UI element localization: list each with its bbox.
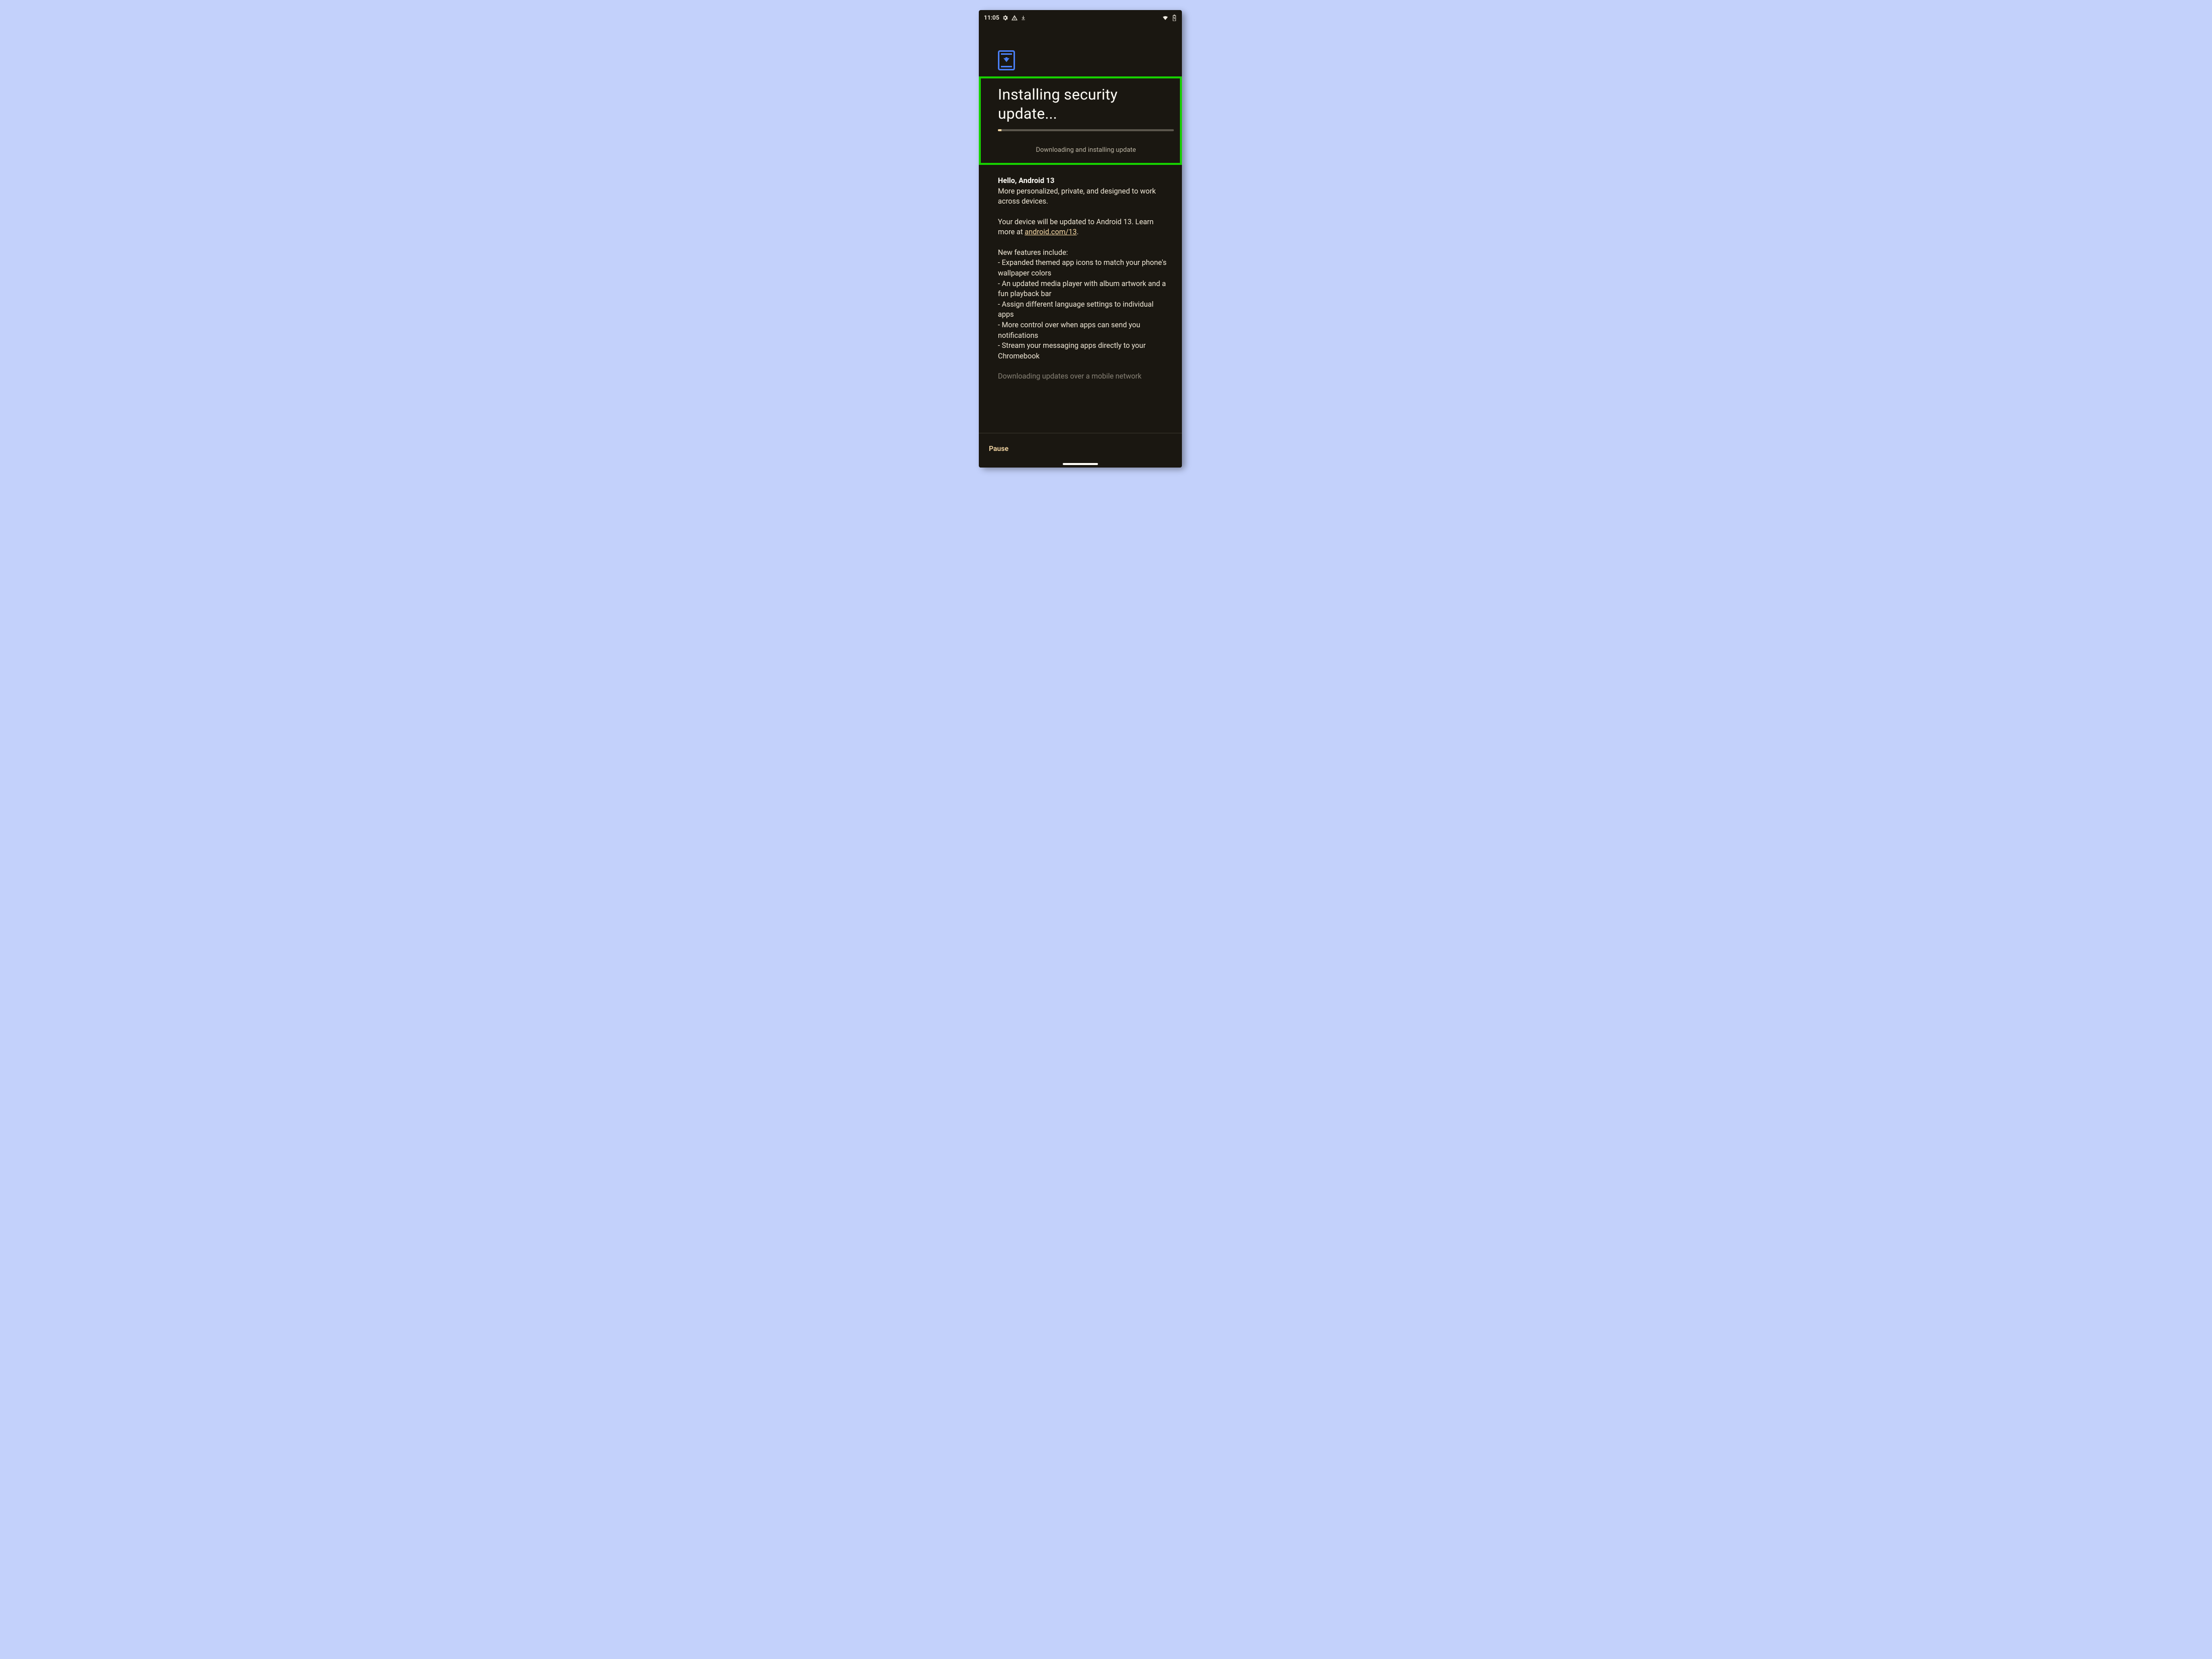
truncated-text: Downloading updates over a mobile networ…: [998, 372, 1171, 382]
status-bar: 11:05: [979, 10, 1182, 24]
learn-more-link[interactable]: android.com/13: [1025, 228, 1077, 236]
progress-fill: [998, 129, 1001, 131]
body-headline: Hello, Android 13: [998, 176, 1054, 185]
update-progress-section: Installing security update... Downloadin…: [979, 76, 1182, 165]
phone-screen: 11:05: [979, 10, 1182, 468]
list-item: - Stream your messaging apps directly to…: [998, 341, 1171, 361]
list-item: - Expanded themed app icons to match you…: [998, 258, 1171, 279]
update-line-suffix: .: [1077, 228, 1079, 236]
list-item: - Assign different language settings to …: [998, 300, 1171, 320]
status-time: 11:05: [984, 14, 999, 21]
wifi-icon: [1161, 15, 1169, 21]
warning-icon: [1011, 15, 1018, 21]
progress-status-text: Downloading and installing update: [998, 146, 1174, 154]
battery-charging-icon: [1172, 14, 1177, 22]
page-title: Installing security update...: [998, 85, 1171, 123]
bottom-action-bar: Pause: [979, 433, 1182, 468]
gear-icon: [1002, 15, 1008, 21]
features-heading: New features include:: [998, 248, 1171, 258]
pause-button[interactable]: Pause: [989, 445, 1008, 453]
list-item: - More control over when apps can send y…: [998, 320, 1171, 341]
update-description: Hello, Android 13 More personalized, pri…: [979, 165, 1182, 382]
progress-bar: [998, 129, 1174, 131]
phone-download-icon: [998, 50, 1015, 70]
download-icon: [1021, 15, 1026, 21]
list-item: - An updated media player with album art…: [998, 279, 1171, 300]
body-intro: More personalized, private, and designed…: [998, 187, 1156, 206]
navigation-handle[interactable]: [1063, 463, 1098, 465]
